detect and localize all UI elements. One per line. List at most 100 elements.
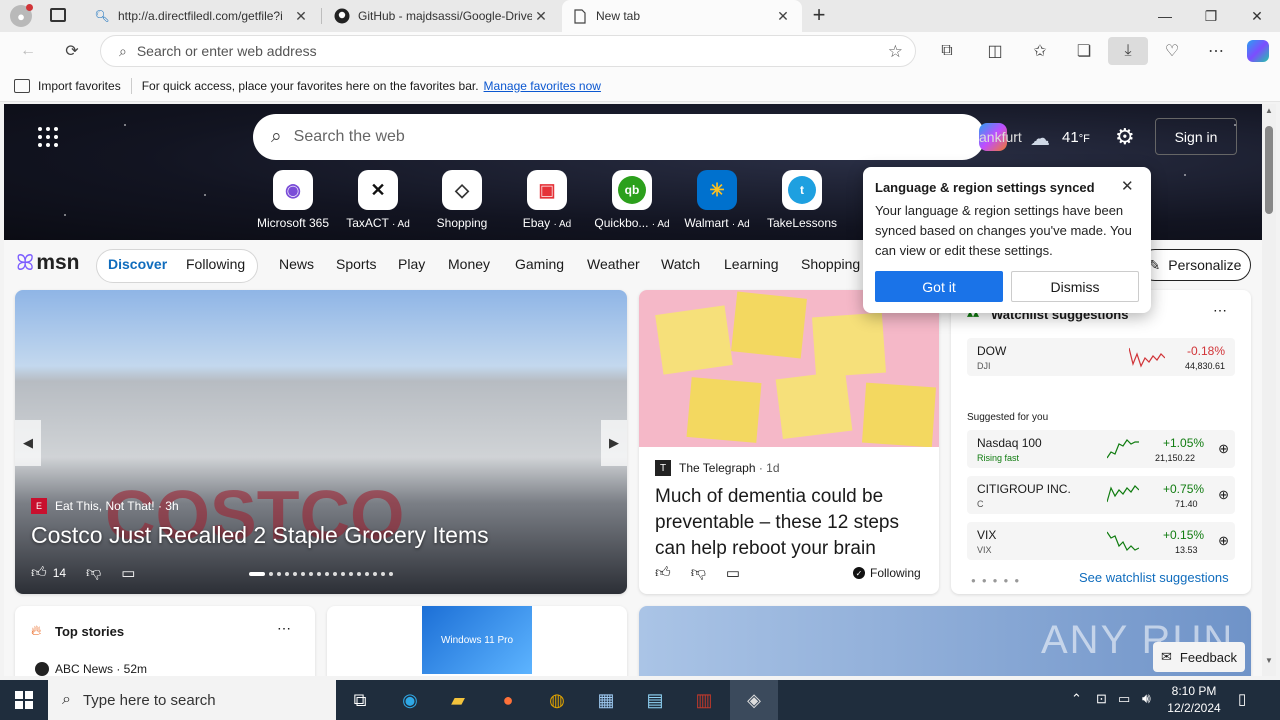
thumbs-down-icon[interactable]: 👎︎: [691, 564, 706, 582]
nav-gaming[interactable]: Gaming: [515, 256, 564, 272]
watchlist-row[interactable]: VIX VIX +0.15% 13.53 ⊕: [967, 522, 1235, 560]
winrar-icon[interactable]: ▥: [680, 680, 728, 720]
watchlist-row[interactable]: Nasdaq 100 Rising fast +1.05% 21,150.22 …: [967, 430, 1235, 468]
telegraph-story-card[interactable]: T The Telegraph · 1d Much of dementia co…: [639, 290, 939, 594]
notification-icon[interactable]: ▯: [1238, 690, 1246, 708]
telegraph-headline[interactable]: Much of dementia could be preventable – …: [655, 484, 931, 562]
quick-link-microsoft-365[interactable]: ◉ Microsoft 365: [253, 170, 333, 230]
chrome-icon[interactable]: ◍: [533, 680, 581, 720]
quick-link-shopping[interactable]: ◇ Shopping: [422, 170, 502, 230]
tab-discover[interactable]: Discover: [108, 256, 167, 272]
nav-money[interactable]: Money: [448, 256, 490, 272]
more-options-icon[interactable]: ⋯: [1213, 302, 1227, 319]
restore-button[interactable]: ❐: [1188, 0, 1234, 32]
close-icon[interactable]: ✕: [774, 8, 792, 25]
more-options-icon[interactable]: ⋯: [277, 620, 291, 637]
top-story-source[interactable]: ABC News · 52m: [55, 662, 147, 676]
clock[interactable]: 8:10 PM 12/2/2024: [1164, 683, 1224, 717]
close-icon[interactable]: ✕: [532, 8, 550, 25]
extensions-icon[interactable]: ⧉: [932, 37, 962, 65]
task-view-icon[interactable]: ⧉: [336, 680, 384, 720]
quick-link-taxact[interactable]: ✕ TaxACT · Ad: [338, 170, 418, 230]
minimize-button[interactable]: —: [1142, 0, 1188, 32]
nav-news[interactable]: News: [279, 256, 314, 272]
notepad-icon[interactable]: ▤: [631, 680, 679, 720]
nav-learning[interactable]: Learning: [724, 256, 779, 272]
network-icon[interactable]: ▭: [1118, 691, 1130, 707]
add-to-watchlist-icon[interactable]: ⊕: [1218, 487, 1229, 503]
close-icon[interactable]: ✕: [1121, 177, 1134, 195]
collections-icon[interactable]: ❏: [1069, 37, 1099, 65]
story-source[interactable]: T The Telegraph · 1d: [655, 460, 780, 476]
msn-logo[interactable]: ꕤ msn: [16, 250, 80, 276]
settings-gear-icon[interactable]: ⚙: [1115, 124, 1135, 150]
quick-link-takelessons[interactable]: t TakeLessons: [762, 170, 842, 230]
web-search-box[interactable]: ⌕ Search the web: [253, 114, 1007, 160]
scroll-up-arrow[interactable]: ▲: [1265, 106, 1273, 115]
nav-weather[interactable]: Weather: [587, 256, 640, 272]
file-explorer-icon[interactable]: ▰: [434, 680, 482, 720]
nav-play[interactable]: Play: [398, 256, 425, 272]
close-icon[interactable]: ✕: [292, 8, 310, 25]
hero-story-card[interactable]: COSTCO ◀ ▶ E Eat This, Not That! · 3h Co…: [15, 290, 627, 594]
quick-link-quickbooks[interactable]: qb Quickbo... · Ad: [592, 170, 672, 230]
profile-avatar[interactable]: ●: [10, 4, 33, 27]
quick-link-ebay[interactable]: ▣ Ebay · Ad: [507, 170, 587, 230]
tab-github[interactable]: GitHub - majdsassi/Google-Drive ✕: [324, 0, 560, 32]
watchlist-pager-dots[interactable]: ●●●●●: [971, 576, 1025, 585]
active-app-icon[interactable]: ◈: [730, 680, 778, 720]
watchlist-row[interactable]: CITIGROUP INC. C +0.75% 71.40 ⊕: [967, 476, 1235, 514]
watchlist-row[interactable]: DOW DJI -0.18% 44,830.61: [967, 338, 1235, 376]
edge-icon[interactable]: ◉: [386, 680, 434, 720]
apps-grid-icon[interactable]: [38, 127, 58, 147]
personalize-button[interactable]: ✎ Personalize: [1139, 249, 1251, 281]
hero-headline[interactable]: Costco Just Recalled 2 Staple Grocery It…: [31, 522, 489, 549]
tab-new-tab[interactable]: New tab ✕: [562, 0, 802, 32]
following-badge[interactable]: ✓ Following: [853, 566, 921, 580]
split-screen-icon[interactable]: ◫: [980, 37, 1010, 65]
import-favorites-button[interactable]: Import favorites: [38, 79, 121, 93]
comment-icon[interactable]: ▭: [726, 564, 740, 582]
scroll-down-arrow[interactable]: ▼: [1265, 656, 1273, 665]
tab-following[interactable]: Following: [186, 256, 245, 272]
browser-essentials-icon[interactable]: ♡: [1157, 37, 1187, 65]
downloads-icon[interactable]: ⤓: [1108, 37, 1148, 65]
page-scrollbar[interactable]: ▲ ▼: [1262, 104, 1276, 676]
see-watchlist-link[interactable]: See watchlist suggestions: [1079, 570, 1229, 585]
new-tab-button[interactable]: +: [808, 4, 830, 28]
add-to-watchlist-icon[interactable]: ⊕: [1218, 533, 1229, 549]
tab-actions-icon[interactable]: [50, 8, 66, 22]
app-icon[interactable]: ▦: [582, 680, 630, 720]
add-to-watchlist-icon[interactable]: ⊕: [1218, 441, 1229, 457]
tray-chevron-icon[interactable]: ⌃: [1071, 691, 1082, 707]
nav-watch[interactable]: Watch: [661, 256, 700, 272]
weather-location[interactable]: ankfurt: [979, 129, 1022, 145]
carousel-dots[interactable]: [249, 570, 399, 578]
thumbs-up-icon[interactable]: 👍︎: [31, 564, 47, 582]
comment-icon[interactable]: ▭: [121, 564, 135, 582]
scroll-thumb[interactable]: [1265, 126, 1273, 214]
thumbs-up-icon[interactable]: 👍︎: [655, 564, 671, 582]
firefox-icon[interactable]: ●: [484, 680, 532, 720]
nav-shopping[interactable]: Shopping: [801, 256, 860, 272]
volume-icon[interactable]: 🔊︎: [1142, 690, 1151, 707]
favorites-icon[interactable]: ✩: [1025, 37, 1055, 65]
carousel-next-button[interactable]: ▶: [601, 420, 627, 466]
sign-in-button[interactable]: Sign in: [1155, 118, 1237, 155]
copilot-icon[interactable]: [1243, 37, 1273, 65]
story-source[interactable]: E Eat This, Not That! · 3h: [31, 498, 179, 514]
tab-directfiledl[interactable]: 🔍︎ http://a.directfiledl.com/getfile?i ✕: [84, 0, 320, 32]
product-ad-card[interactable]: Windows 11 Pro: [327, 606, 627, 676]
manage-favorites-link[interactable]: Manage favorites now: [484, 79, 601, 93]
temperature-value[interactable]: 41°F: [1062, 129, 1090, 146]
video-story-card[interactable]: ANY RUN ✉ Feedback: [639, 606, 1251, 676]
thumbs-down-icon[interactable]: 👎︎: [86, 564, 101, 582]
more-menu-icon[interactable]: ⋯: [1201, 37, 1231, 65]
taskbar-search-box[interactable]: ⌕ Type here to search: [48, 680, 336, 720]
refresh-icon[interactable]: ⟳: [57, 37, 87, 65]
favorite-star-icon[interactable]: ☆: [888, 42, 903, 62]
carousel-prev-button[interactable]: ◀: [15, 420, 41, 466]
got-it-button[interactable]: Got it: [875, 271, 1003, 302]
tray-device-icon[interactable]: ⊡: [1096, 691, 1107, 707]
back-icon[interactable]: ←: [13, 37, 43, 65]
